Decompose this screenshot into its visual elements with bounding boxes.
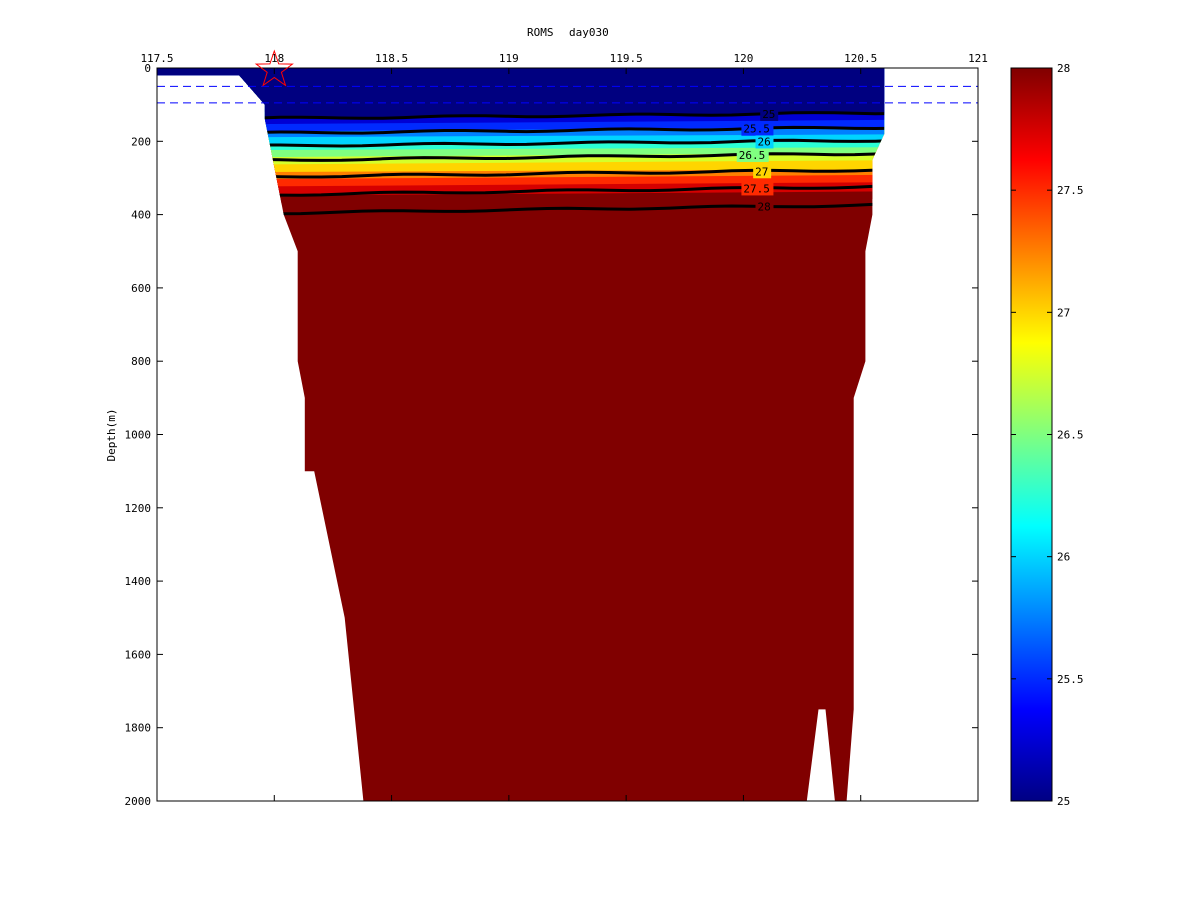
colorbar-tick-label: 25.5: [1057, 673, 1084, 686]
contour-label: 26.5: [739, 149, 766, 162]
chart-title-left: ROMS: [527, 26, 554, 39]
contour-label: 28: [758, 201, 771, 214]
chart-title-right: day030: [569, 26, 609, 39]
colorbar-tick-label: 26: [1057, 551, 1070, 564]
y-tick-label: 600: [131, 282, 151, 295]
contour-label: 25: [762, 108, 775, 121]
x-tick-label: 119: [499, 52, 519, 65]
y-axis-label: Depth(m): [105, 409, 118, 462]
colorbar: 25 25.5 26 26.5 27 27.5 28: [1010, 62, 1084, 808]
contour-label: 25.5: [743, 123, 770, 136]
colorbar-tick-label: 26.5: [1057, 429, 1084, 442]
colorbar-tick-label: 28: [1057, 62, 1070, 75]
y-tick-label: 1400: [125, 575, 152, 588]
x-tick-label: 118.5: [375, 52, 408, 65]
x-tick-label: 120: [733, 52, 753, 65]
y-tick-label: 1000: [125, 429, 152, 442]
x-tick-label: 118: [264, 52, 284, 65]
y-tick-label: 0: [144, 62, 151, 75]
colorbar-gradient: [1010, 67, 1053, 802]
contour-label: 27: [755, 165, 768, 178]
colorbar-tick-label: 27: [1057, 306, 1070, 319]
contour-label: 26: [758, 135, 771, 148]
surface-layer-fill: [157, 68, 885, 112]
y-tick-label: 1800: [125, 722, 152, 735]
y-tick-label: 800: [131, 355, 151, 368]
y-tick-label: 1600: [125, 648, 152, 661]
y-tick-label: 2000: [125, 795, 152, 808]
figure: ROMS day030 2525.52626.52727.528 117.5 11…: [105, 26, 1084, 808]
x-tick-label: 121: [968, 52, 988, 65]
colorbar-tick-label: 25: [1057, 795, 1070, 808]
colorbar-tick-label: 27.5: [1057, 184, 1084, 197]
x-tick-label: 120.5: [844, 52, 877, 65]
contour-label: 27.5: [743, 182, 770, 195]
plot-area: [157, 68, 978, 801]
y-tick-label: 200: [131, 135, 151, 148]
y-tick-label: 400: [131, 209, 151, 222]
y-tick-label: 1200: [125, 502, 152, 515]
x-tick-label: 119.5: [610, 52, 643, 65]
